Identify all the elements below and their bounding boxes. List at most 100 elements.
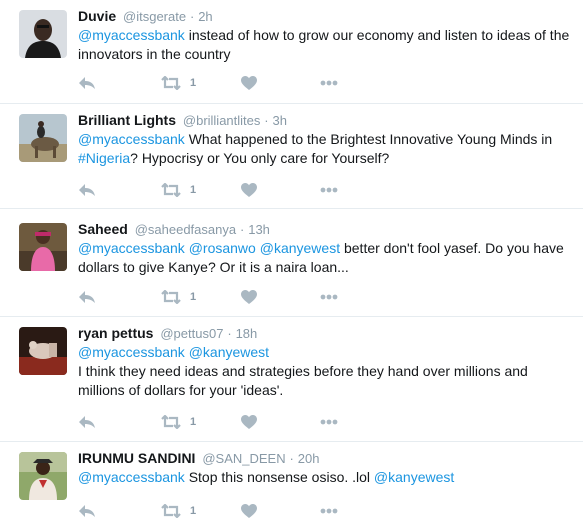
retweet-icon bbox=[161, 183, 181, 197]
more-button[interactable] bbox=[320, 502, 338, 520]
tweet-actions: 1 bbox=[78, 74, 338, 92]
tweet-actions: 1 bbox=[78, 288, 338, 306]
tweet-actions: 1 bbox=[78, 181, 338, 199]
more-button[interactable] bbox=[320, 288, 338, 306]
mention-link[interactable]: @myaccessbank bbox=[78, 344, 185, 360]
heart-icon bbox=[241, 75, 257, 90]
more-icon bbox=[320, 294, 338, 300]
user-handle[interactable]: @pettus07 bbox=[160, 326, 223, 341]
tweet-text: @myaccessbank @rosanwo @kanyewest better… bbox=[78, 239, 575, 277]
mention-link[interactable]: @rosanwo bbox=[189, 240, 256, 256]
tweet-text: @myaccessbank instead of how to grow our… bbox=[78, 26, 575, 64]
reply-button[interactable] bbox=[78, 181, 96, 199]
tweet-header: Saheed @saheedfasanya · 13h bbox=[78, 220, 270, 239]
display-name[interactable]: Duvie bbox=[78, 8, 116, 24]
tweet-header: IRUNMU SANDINI @SAN_DEEN · 20h bbox=[78, 449, 319, 468]
like-button[interactable] bbox=[241, 288, 257, 306]
display-name[interactable]: IRUNMU SANDINI bbox=[78, 450, 195, 466]
more-icon bbox=[320, 187, 338, 193]
retweet-icon bbox=[161, 415, 181, 429]
retweet-count: 1 bbox=[190, 77, 197, 89]
retweet-button[interactable]: 1 bbox=[160, 74, 196, 92]
separator: · bbox=[264, 113, 269, 128]
retweet-button[interactable]: 1 bbox=[160, 288, 196, 306]
mention-link[interactable]: @myaccessbank bbox=[78, 27, 185, 43]
retweet-count: 1 bbox=[190, 291, 197, 303]
user-handle[interactable]: @SAN_DEEN bbox=[202, 451, 285, 466]
tweet-text: @myaccessbank @kanyewest I think they ne… bbox=[78, 343, 575, 400]
mention-link[interactable]: @kanyewest bbox=[189, 344, 269, 360]
tweet[interactable]: Saheed @saheedfasanya · 13h @myaccessban… bbox=[0, 209, 583, 317]
more-icon bbox=[320, 419, 338, 425]
tweet-text: @myaccessbank What happened to the Brigh… bbox=[78, 130, 575, 168]
like-button[interactable] bbox=[241, 502, 257, 520]
tweet-timeline: Duvie @itsgerate · 2h @myaccessbank inst… bbox=[0, 0, 583, 530]
tweet[interactable]: Brilliant Lights @brilliantlites · 3h @m… bbox=[0, 104, 583, 209]
user-handle[interactable]: @saheedfasanya bbox=[135, 222, 236, 237]
more-button[interactable] bbox=[320, 413, 338, 431]
reply-icon bbox=[79, 416, 95, 428]
like-button[interactable] bbox=[241, 74, 257, 92]
tweet[interactable]: Duvie @itsgerate · 2h @myaccessbank inst… bbox=[0, 0, 583, 104]
retweet-icon bbox=[161, 76, 181, 90]
tweet-actions: 1 bbox=[78, 413, 338, 431]
timestamp[interactable]: 2h bbox=[198, 9, 212, 24]
tweet-body-text: What happened to the Brightest Innovativ… bbox=[184, 131, 553, 147]
separator: · bbox=[189, 9, 195, 24]
reply-button[interactable] bbox=[78, 413, 96, 431]
mention-link[interactable]: @myaccessbank bbox=[78, 131, 185, 147]
retweet-button[interactable]: 1 bbox=[160, 413, 196, 431]
avatar[interactable] bbox=[19, 452, 67, 500]
tweet-body-text: I think they need ideas and strategies b… bbox=[78, 363, 528, 398]
retweet-button[interactable]: 1 bbox=[160, 502, 196, 520]
like-button[interactable] bbox=[241, 181, 257, 199]
tweet-header: Brilliant Lights @brilliantlites · 3h bbox=[78, 111, 287, 130]
reply-button[interactable] bbox=[78, 502, 96, 520]
avatar[interactable] bbox=[19, 114, 67, 162]
display-name[interactable]: Brilliant Lights bbox=[78, 112, 176, 128]
mention-link[interactable]: @kanyewest bbox=[374, 469, 454, 485]
separator: · bbox=[239, 222, 245, 237]
tweet-header: ryan pettus @pettus07 · 18h bbox=[78, 324, 257, 343]
tweet-header: Duvie @itsgerate · 2h bbox=[78, 7, 213, 26]
like-button[interactable] bbox=[241, 413, 257, 431]
separator: · bbox=[289, 451, 294, 466]
user-handle[interactable]: @itsgerate bbox=[123, 9, 186, 24]
reply-icon bbox=[79, 184, 95, 196]
retweet-icon bbox=[161, 504, 181, 518]
heart-icon bbox=[241, 414, 257, 429]
timestamp[interactable]: 18h bbox=[236, 326, 258, 341]
retweet-button[interactable]: 1 bbox=[160, 181, 196, 199]
reply-icon bbox=[79, 77, 95, 89]
display-name[interactable]: ryan pettus bbox=[78, 325, 153, 341]
retweet-count: 1 bbox=[190, 505, 197, 517]
mention-link[interactable]: @myaccessbank bbox=[78, 240, 185, 256]
timestamp[interactable]: 13h bbox=[248, 222, 270, 237]
heart-icon bbox=[241, 182, 257, 197]
mention-link[interactable]: @myaccessbank bbox=[78, 469, 185, 485]
mention-link[interactable]: @kanyewest bbox=[260, 240, 340, 256]
user-handle[interactable]: @brilliantlites bbox=[183, 113, 261, 128]
more-icon bbox=[320, 508, 338, 514]
reply-icon bbox=[79, 291, 95, 303]
reply-button[interactable] bbox=[78, 74, 96, 92]
reply-icon bbox=[79, 505, 95, 517]
retweet-count: 1 bbox=[190, 184, 197, 196]
retweet-count: 1 bbox=[190, 416, 197, 428]
avatar[interactable] bbox=[19, 327, 67, 375]
more-button[interactable] bbox=[320, 181, 338, 199]
avatar[interactable] bbox=[19, 223, 67, 271]
timestamp[interactable]: 20h bbox=[298, 451, 320, 466]
more-button[interactable] bbox=[320, 74, 338, 92]
hashtag-link[interactable]: #Nigeria bbox=[78, 150, 130, 166]
tweet-body-text: Stop this nonsense osiso. .lol bbox=[184, 469, 374, 485]
separator: · bbox=[227, 326, 232, 341]
display-name[interactable]: Saheed bbox=[78, 221, 128, 237]
avatar[interactable] bbox=[19, 10, 67, 58]
tweet[interactable]: ryan pettus @pettus07 · 18h @myaccessban… bbox=[0, 317, 583, 442]
timestamp[interactable]: 3h bbox=[273, 113, 287, 128]
heart-icon bbox=[241, 503, 257, 518]
tweet-body-text: ? Hypocrisy or You only care for Yoursel… bbox=[130, 150, 390, 166]
tweet[interactable]: IRUNMU SANDINI @SAN_DEEN · 20h @myaccess… bbox=[0, 442, 583, 530]
reply-button[interactable] bbox=[78, 288, 96, 306]
